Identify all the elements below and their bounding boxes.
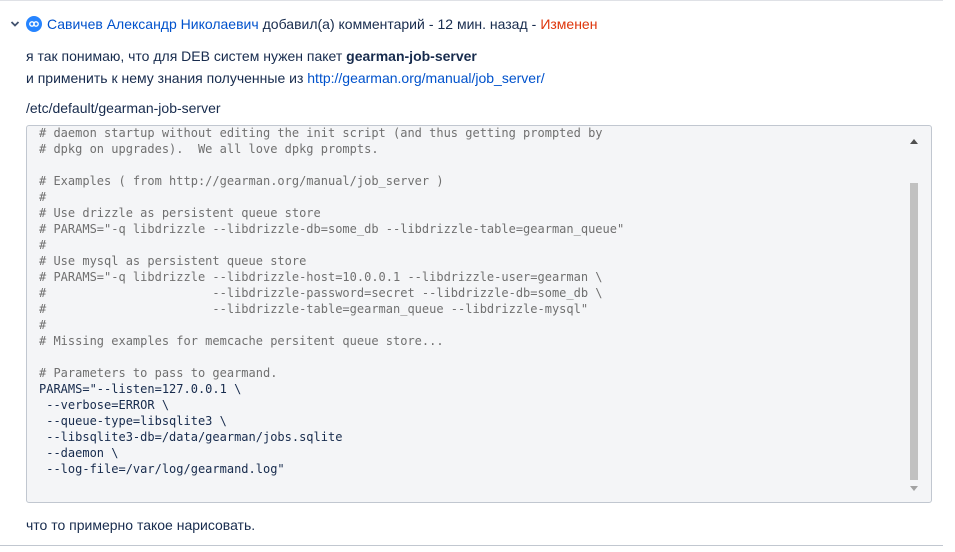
code-line: # PARAMS="-q libdrizzle --libdrizzle-db=…	[39, 222, 625, 236]
scroll-down-arrow-icon[interactable]	[909, 484, 919, 494]
code-line: --libsqlite3-db=/data/gearman/jobs.sqlit…	[39, 430, 343, 444]
code-block[interactable]: # daemon startup without editing the ini…	[26, 125, 932, 503]
header-separator: -	[428, 16, 434, 32]
code-line: # Use mysql as persistent queue store	[39, 254, 307, 268]
comment-author-link[interactable]: Савичев Александр Николаевич	[47, 16, 259, 32]
comment-top-divider	[0, 0, 943, 1]
code-line: --daemon \	[39, 446, 119, 460]
code-line: # --libdrizzle-password=secret --libdriz…	[39, 286, 603, 300]
code-line: # dpkg on upgrades). We all love dpkg pr…	[39, 142, 379, 156]
comment-header: Савичев Александр Николаевич добавил(а) …	[8, 14, 597, 34]
code-content: # daemon startup without editing the ini…	[39, 126, 625, 477]
comment-time[interactable]: 12 мин. назад	[437, 16, 527, 32]
user-avatar-icon[interactable]	[26, 16, 42, 32]
code-line: --log-file=/var/log/gearmand.log"	[39, 462, 285, 476]
config-path-text: /etc/default/gearman-job-server	[26, 100, 221, 116]
comment-bottom-divider	[0, 545, 943, 546]
comment-action-text: добавил(а) комментарий	[262, 16, 425, 32]
code-line: --verbose=ERROR \	[39, 398, 170, 412]
comment-paragraph: я так понимаю, что для DEB систем нужен …	[26, 45, 545, 89]
paragraph-text: и применить к нему знания полученные из	[26, 70, 308, 86]
paragraph-text: я так понимаю, что для DEB систем нужен …	[26, 48, 347, 64]
code-line: # Examples ( from http://gearman.org/man…	[39, 174, 444, 188]
code-scrollbar[interactable]	[909, 136, 919, 494]
chevron-down-icon[interactable]	[8, 17, 22, 31]
code-line: --queue-type=libsqlite3 \	[39, 414, 227, 428]
code-line: # Use drizzle as persistent queue store	[39, 206, 321, 220]
edited-label[interactable]: Изменен	[540, 16, 597, 32]
header-separator: -	[531, 16, 537, 32]
code-line: #	[39, 318, 47, 332]
paragraph-line: и применить к нему знания полученные из …	[26, 67, 545, 89]
code-line: # PARAMS="-q libdrizzle --libdrizzle-hos…	[39, 270, 603, 284]
code-line: PARAMS="--listen=127.0.0.1 \	[39, 382, 242, 396]
scroll-up-arrow-icon[interactable]	[909, 136, 919, 146]
paragraph-line: я так понимаю, что для DEB систем нужен …	[26, 45, 545, 67]
code-line: # Parameters to pass to gearmand.	[39, 366, 278, 380]
scrollbar-thumb[interactable]	[910, 183, 918, 480]
code-line: # daemon startup without editing the ini…	[39, 126, 603, 140]
code-line: # Missing examples for memcache persiten…	[39, 334, 444, 348]
package-name: gearman-job-server	[346, 48, 477, 64]
code-line: # --libdrizzle-table=gearman_queue --lib…	[39, 302, 589, 316]
manual-link[interactable]: http://gearman.org/manual/job_server/	[307, 70, 544, 86]
code-line: #	[39, 238, 47, 252]
code-line: #	[39, 190, 47, 204]
closing-paragraph: что то примерно такое нарисовать.	[26, 517, 256, 533]
